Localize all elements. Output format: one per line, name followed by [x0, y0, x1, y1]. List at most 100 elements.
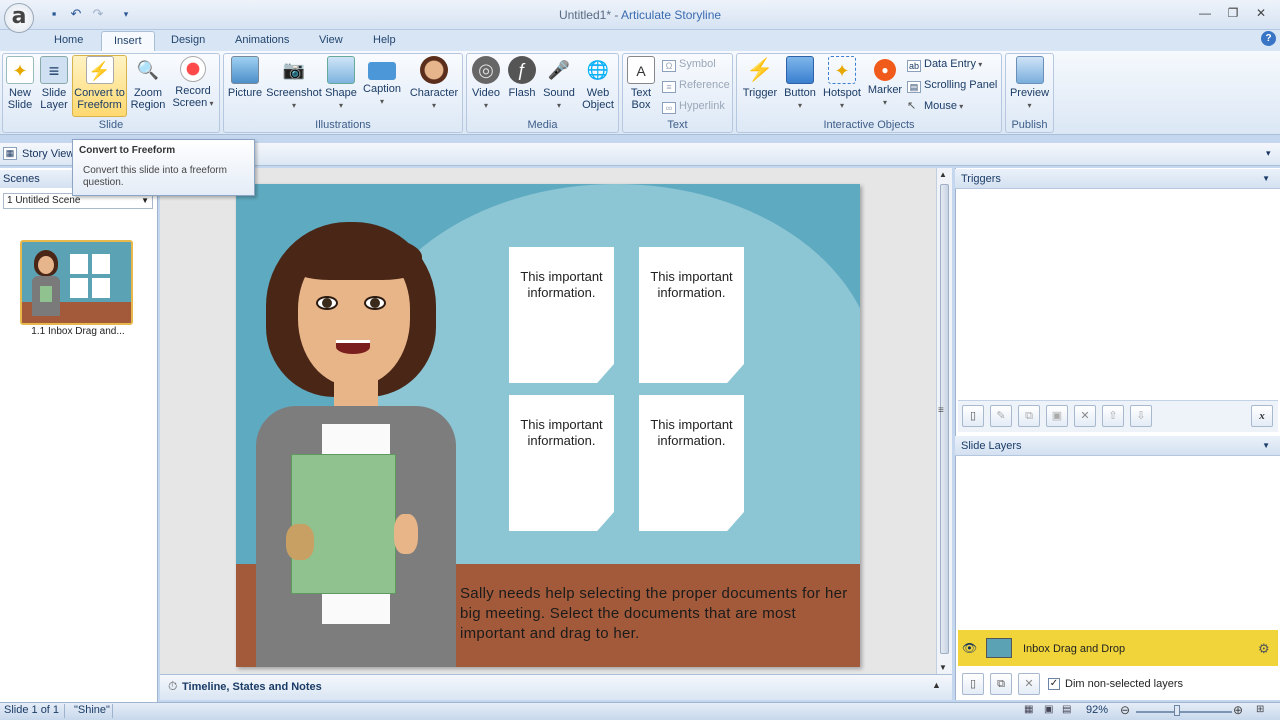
- viewbar-dropdown-icon[interactable]: ▾: [1266, 148, 1271, 159]
- screenshot-button[interactable]: 📷 Screenshot ▾: [266, 56, 322, 112]
- slide-thumbnail[interactable]: [20, 240, 133, 325]
- info-card-1[interactable]: This important information.: [509, 247, 614, 383]
- fit-to-window-icon[interactable]: ⊞: [1256, 704, 1264, 715]
- record-icon: [180, 56, 206, 82]
- freeform-icon: ⚡: [85, 56, 114, 84]
- mouse-button[interactable]: ↖ Mouse ▾: [907, 97, 963, 115]
- move-up-icon[interactable]: ⇧: [1102, 405, 1124, 427]
- info-card-4[interactable]: This important information.: [639, 395, 744, 531]
- maximize-icon[interactable]: ❐: [1220, 4, 1246, 22]
- sound-button[interactable]: 🎤 Sound ▾: [541, 56, 577, 112]
- zoom-slider-track[interactable]: [1136, 711, 1232, 713]
- video-button[interactable]: ◎ Video ▾: [469, 56, 503, 112]
- scrolling-panel-button[interactable]: ▤ Scrolling Panel: [907, 76, 997, 94]
- hotspot-button[interactable]: ✦ Hotspot ▾: [821, 56, 863, 112]
- trigger-button[interactable]: ⚡ Trigger: [740, 56, 780, 99]
- minimize-icon[interactable]: —: [1192, 4, 1218, 22]
- layers-menu-icon[interactable]: ▼: [1262, 436, 1270, 456]
- new-layer-icon[interactable]: ▯: [962, 673, 984, 695]
- story-view-icon: ▦: [3, 147, 17, 160]
- stage-vertical-scrollbar[interactable]: ▲ ▼: [936, 168, 952, 674]
- duplicate-layer-icon[interactable]: ⧉: [990, 673, 1012, 695]
- caption-button[interactable]: Caption ▾: [360, 56, 404, 108]
- flash-icon: ƒ: [508, 56, 536, 84]
- timeline-icon: ⏱: [168, 679, 178, 693]
- tab-design[interactable]: Design: [159, 31, 217, 52]
- tab-view[interactable]: View: [307, 31, 355, 52]
- info-card-2[interactable]: This important information.: [639, 247, 744, 383]
- copy-trigger-icon[interactable]: ⧉: [1018, 405, 1040, 427]
- preview-icon: [1015, 56, 1044, 84]
- delete-layer-icon[interactable]: ✕: [1018, 673, 1040, 695]
- shape-button[interactable]: Shape ▾: [324, 56, 358, 112]
- story-view-tab[interactable]: Story View: [22, 148, 74, 160]
- reference-button[interactable]: ≡ Reference: [662, 76, 730, 94]
- preview-button[interactable]: Preview ▾: [1008, 56, 1051, 112]
- fit-view-icon[interactable]: ▣: [1044, 704, 1053, 715]
- status-separator: [112, 704, 113, 718]
- tab-home[interactable]: Home: [42, 31, 95, 52]
- picture-button[interactable]: Picture: [226, 56, 264, 99]
- slide-caption-text[interactable]: Sally needs help selecting the proper do…: [460, 584, 850, 644]
- right-panel: [955, 168, 1280, 700]
- slide-thumbnail-label: 1.1 Inbox Drag and...: [31, 326, 125, 337]
- close-icon[interactable]: ✕: [1248, 4, 1274, 22]
- dim-layers-checkbox[interactable]: ✓: [1048, 678, 1060, 690]
- tab-insert[interactable]: Insert: [101, 31, 155, 52]
- tab-help[interactable]: Help: [361, 31, 408, 52]
- data-entry-button[interactable]: ab Data Entry ▾: [907, 55, 982, 73]
- slide-canvas: This important information. This importa…: [236, 184, 860, 667]
- zoom-region-button[interactable]: 🔍 Zoom Region: [129, 56, 167, 111]
- lightning-icon: ⚡: [746, 57, 774, 82]
- delete-trigger-icon[interactable]: ✕: [1074, 405, 1096, 427]
- eye-icon[interactable]: 👁: [962, 641, 977, 655]
- new-slide-button[interactable]: ✦ New Slide: [4, 56, 36, 111]
- move-down-icon[interactable]: ⇩: [1130, 405, 1152, 427]
- info-card-3[interactable]: This important information.: [509, 395, 614, 531]
- text-box-button[interactable]: A Text Box: [624, 56, 658, 111]
- record-screen-button[interactable]: Record Screen ▾: [170, 56, 216, 110]
- normal-view-icon[interactable]: ▦: [1024, 704, 1033, 715]
- hyperlink-icon: ∞: [662, 102, 676, 114]
- help-icon[interactable]: ?: [1261, 31, 1276, 46]
- shape-icon: [327, 56, 355, 84]
- new-trigger-icon[interactable]: ▯: [962, 405, 984, 427]
- character-button[interactable]: Character ▾: [408, 56, 460, 112]
- timeline-expand-icon[interactable]: ▲: [932, 680, 941, 690]
- film-reel-icon: ◎: [472, 56, 500, 84]
- convert-to-freeform-button[interactable]: ⚡ Convert to Freeform: [72, 55, 127, 117]
- marker-button[interactable]: ● Marker ▾: [866, 56, 904, 109]
- tooltip-convert-to-freeform: Convert to Freeform Convert this slide i…: [72, 139, 255, 196]
- flash-button[interactable]: ƒ Flash: [505, 56, 539, 99]
- tab-animations[interactable]: Animations: [223, 31, 301, 52]
- timeline-bar[interactable]: Timeline, States and Notes: [160, 674, 952, 700]
- zoom-in-icon[interactable]: ⊕: [1233, 703, 1243, 717]
- character-sally[interactable]: [236, 184, 476, 667]
- web-object-button[interactable]: 🌐 Web Object: [579, 56, 617, 111]
- articulate-logo-icon[interactable]: a: [4, 3, 34, 33]
- slide-layer-button[interactable]: ≡ Slide Layer: [37, 56, 71, 111]
- globe-icon: 🌐: [586, 60, 610, 80]
- splitter-grip-icon[interactable]: ≡: [938, 405, 944, 416]
- zoom-slider-thumb[interactable]: [1174, 705, 1180, 716]
- triggers-menu-icon[interactable]: ▼: [1262, 169, 1270, 189]
- zoom-view-icon[interactable]: ▤: [1062, 704, 1071, 715]
- triggers-header: Triggers ▼: [955, 169, 1280, 189]
- hyperlink-button[interactable]: ∞ Hyperlink: [662, 97, 725, 115]
- symbol-button[interactable]: Ω Symbol: [662, 55, 716, 73]
- paste-trigger-icon[interactable]: ▣: [1046, 405, 1068, 427]
- edit-trigger-icon[interactable]: ✎: [990, 405, 1012, 427]
- zoom-out-icon[interactable]: ⊖: [1120, 703, 1130, 717]
- new-slide-icon: ✦: [6, 56, 34, 84]
- variables-icon[interactable]: x: [1251, 405, 1273, 427]
- data-entry-icon: ab: [907, 60, 921, 72]
- hotspot-icon: ✦: [828, 56, 856, 84]
- button-insert-button[interactable]: Button ▾: [781, 56, 819, 112]
- zoom-magnifier-icon: 🔍: [136, 60, 160, 80]
- caption-icon: [368, 62, 396, 80]
- slide-count: Slide 1 of 1: [4, 704, 60, 716]
- reference-icon: ≡: [662, 81, 676, 93]
- layer-settings-gear-icon[interactable]: ⚙: [1258, 641, 1270, 657]
- dim-layers-label: Dim non-selected layers: [1065, 678, 1183, 690]
- camera-icon: 📷: [282, 60, 306, 80]
